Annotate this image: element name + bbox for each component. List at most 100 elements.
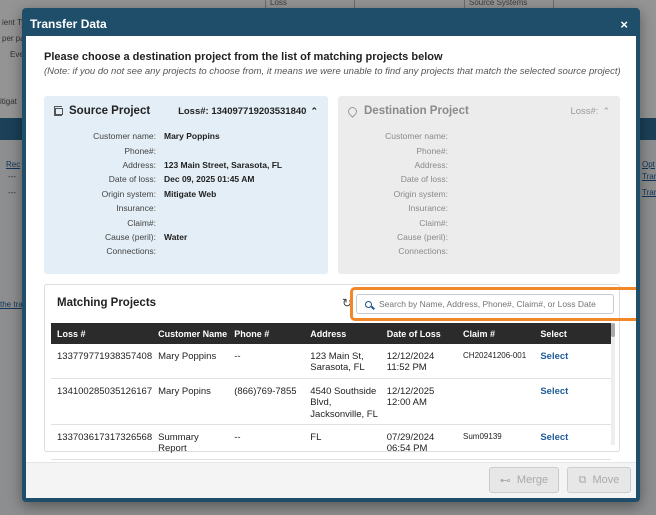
field-row: Cause (peril): Water xyxy=(54,230,318,244)
refresh-icon[interactable]: ↻ xyxy=(342,296,352,310)
field-row: Claim#: xyxy=(348,215,610,229)
select-link[interactable]: Select xyxy=(534,424,611,460)
destination-loss-number: Loss#: xyxy=(570,105,599,117)
destination-project-card: Destination Project Loss#: ⌃ Customer na… xyxy=(338,96,620,274)
field-label: Connections: xyxy=(106,246,156,257)
field-row: Phone#: xyxy=(348,143,610,157)
field-row: Origin system: Mitigate Web xyxy=(54,187,318,201)
field-label: Address: xyxy=(414,159,448,170)
field-label: Claim#: xyxy=(419,217,448,228)
column-header: Claim # xyxy=(457,323,535,344)
modal-title: Transfer Data xyxy=(30,17,107,31)
field-row: Date of loss: xyxy=(348,172,610,186)
field-row: Address: xyxy=(348,158,610,172)
field-label: Connections: xyxy=(398,246,448,257)
select-link[interactable]: Select xyxy=(534,344,611,379)
field-row: Phone#: xyxy=(54,143,318,157)
cell-customer: Mary Popins xyxy=(152,378,229,425)
source-project-title: Source Project xyxy=(69,105,151,117)
field-row: Insurance: xyxy=(348,201,610,215)
move-button[interactable]: ⧉ Move xyxy=(567,467,631,493)
table-header-row: Loss # Customer Name Phone # Address Dat… xyxy=(51,323,611,344)
table-row: 133779771938357408 Mary Poppins -- 123 M… xyxy=(51,344,611,379)
destination-project-title: Destination Project xyxy=(364,105,469,117)
field-label: Insurance: xyxy=(116,203,156,214)
instruction-heading: Please choose a destination project from… xyxy=(44,51,443,63)
source-fields: Customer name: Mary Poppins Phone#: Addre… xyxy=(54,129,318,259)
field-label: Cause (peril): xyxy=(104,231,156,242)
field-label: Insurance: xyxy=(408,203,448,214)
scrollbar-thumb[interactable] xyxy=(611,323,615,337)
field-value: 123 Main Street, Sarasota, FL xyxy=(164,159,283,170)
source-project-card: Source Project Loss#: 134097719203531840… xyxy=(44,96,328,274)
field-label: Phone#: xyxy=(124,145,156,156)
field-row: Address: 123 Main Street, Sarasota, FL xyxy=(54,158,318,172)
field-label: Phone#: xyxy=(416,145,448,156)
table-scrollbar[interactable] xyxy=(611,323,615,445)
column-header: Select xyxy=(534,323,611,344)
destination-fields: Customer name: Phone#: Address: Date of … xyxy=(348,129,610,259)
table-row: 134100285035126167 Mary Popins (866)769-… xyxy=(51,378,611,425)
cell-loss: 133779771938357408 xyxy=(51,344,153,379)
flag-icon xyxy=(54,106,63,116)
cell-phone: -- xyxy=(228,424,305,460)
cell-address: 123 Main St, Sarasota, FL xyxy=(304,344,381,379)
chevron-up-icon: ⌃ xyxy=(602,105,610,116)
field-row: Insurance: xyxy=(54,201,318,215)
move-icon: ⧉ xyxy=(578,473,587,486)
cell-phone: -- xyxy=(228,344,305,379)
source-project-heading: Source Project xyxy=(54,105,150,117)
search-box xyxy=(356,294,614,314)
matching-projects-table: Loss # Customer Name Phone # Address Dat… xyxy=(51,323,611,460)
modal-footer: ⊷ Merge ⧉ Move xyxy=(26,462,636,498)
modal-header: Transfer Data × xyxy=(26,12,636,36)
field-row: Connections: xyxy=(348,244,610,258)
search-input[interactable] xyxy=(379,299,604,309)
merge-button[interactable]: ⊷ Merge xyxy=(489,467,559,493)
field-row: Claim#: xyxy=(54,215,318,229)
column-header: Date of Loss xyxy=(380,323,458,344)
close-icon[interactable]: × xyxy=(620,17,628,32)
cell-address: FL xyxy=(304,424,381,460)
field-label: Address: xyxy=(122,159,156,170)
field-label: Date of loss: xyxy=(108,174,156,185)
field-row: Customer name: xyxy=(348,129,610,143)
destination-project-heading: Destination Project xyxy=(346,104,469,118)
matching-projects-title: Matching Projects xyxy=(57,297,157,309)
field-row: Origin system: xyxy=(348,187,610,201)
select-link[interactable]: Select xyxy=(534,378,611,425)
merge-label: Merge xyxy=(516,474,549,486)
destination-loss-toggle[interactable]: Loss#: ⌃ xyxy=(570,106,610,117)
field-label: Claim#: xyxy=(127,217,156,228)
column-header: Phone # xyxy=(228,323,305,344)
field-label: Customer name: xyxy=(385,131,448,142)
field-value: Dec 09, 2025 01:45 AM xyxy=(164,174,255,185)
field-label: Date of loss: xyxy=(400,174,448,185)
cell-loss: 133703617317326568 xyxy=(51,424,153,460)
instruction-note: (Note: if you do not see any projects to… xyxy=(44,66,621,77)
cell-claim: CH20241206-001 xyxy=(457,344,535,379)
cell-claim: Sum09139 xyxy=(457,424,535,460)
location-pin-icon xyxy=(346,104,359,118)
field-label: Customer name: xyxy=(93,131,156,142)
search-icon xyxy=(365,300,372,308)
source-loss-number: Loss#: 134097719203531840 xyxy=(178,105,307,117)
column-header: Address xyxy=(304,323,381,344)
field-value: Mitigate Web xyxy=(164,188,217,199)
column-header: Loss # xyxy=(51,323,153,344)
field-row: Connections: xyxy=(54,244,318,258)
cell-address: 4540 Southside Blvd, Jacksonville, FL xyxy=(304,378,381,425)
cell-claim xyxy=(457,378,535,425)
cell-customer: Mary Poppins xyxy=(152,344,229,379)
field-label: Origin system: xyxy=(101,188,156,199)
table-row: 133703617317326568 Summary Report -- FL … xyxy=(51,424,611,460)
matching-projects-panel: Matching Projects ↻ Loss # Customer Name… xyxy=(44,284,636,460)
source-loss-toggle[interactable]: Loss#: 134097719203531840 ⌃ xyxy=(178,106,318,117)
field-label: Origin system: xyxy=(393,188,448,199)
field-row: Customer name: Mary Poppins xyxy=(54,129,318,143)
cell-phone: (866)769-7855 xyxy=(228,378,305,425)
cell-date: 12/12/2024 11:52 PM xyxy=(380,344,458,379)
modal-body: Please choose a destination project from… xyxy=(34,40,636,460)
cell-loss: 134100285035126167 xyxy=(51,378,153,425)
chevron-up-icon: ⌃ xyxy=(310,105,318,116)
